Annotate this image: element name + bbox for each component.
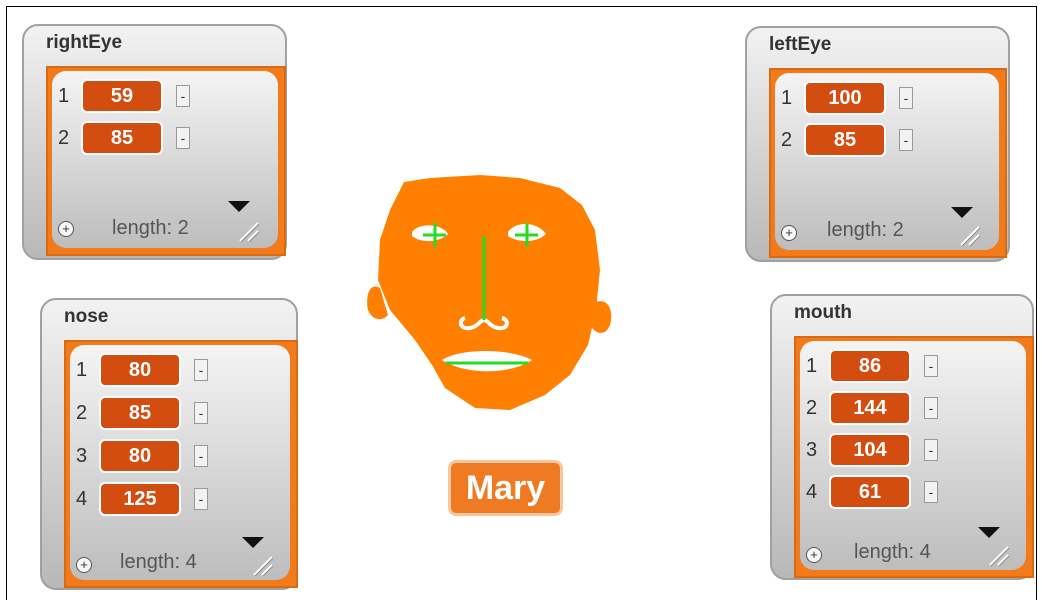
list-body: 1 80 - 2 85 - 3 80 - 4 125 - + length: 4 xyxy=(70,345,290,580)
watcher-nose[interactable]: nose 1 80 - 2 85 - 3 80 - 4 125 - + leng… xyxy=(40,298,298,590)
watcher-title: nose xyxy=(64,306,109,327)
item-index: 3 xyxy=(76,445,88,467)
item-index: 2 xyxy=(76,402,88,424)
item-value[interactable]: 85 xyxy=(81,121,163,155)
delete-item-button[interactable]: - xyxy=(176,127,190,149)
delete-item-button[interactable]: - xyxy=(924,397,938,419)
watcher-leftEye[interactable]: leftEye 1 100 - 2 85 - + length: 2 xyxy=(745,26,1010,262)
watcher-mouth[interactable]: mouth 1 86 - 2 144 - 3 104 - 4 61 - + le… xyxy=(770,294,1034,580)
resize-handle-icon[interactable] xyxy=(238,221,260,243)
add-item-icon[interactable]: + xyxy=(806,547,822,563)
face-sprite[interactable] xyxy=(360,170,622,420)
resize-handle-icon[interactable] xyxy=(959,225,981,247)
item-index: 2 xyxy=(781,129,793,151)
face-shape xyxy=(378,175,600,410)
length-label: length: 2 xyxy=(827,219,904,241)
length-label: length: 4 xyxy=(120,551,197,573)
delete-item-button[interactable]: - xyxy=(194,445,208,467)
item-value[interactable]: 144 xyxy=(829,391,911,425)
dropdown-arrow-icon[interactable] xyxy=(228,201,250,212)
item-index: 4 xyxy=(806,481,818,503)
delete-item-button[interactable]: - xyxy=(194,359,208,381)
item-value[interactable]: 61 xyxy=(829,475,911,509)
list-rightEye: 1 59 - 2 85 - + length: 2 xyxy=(46,66,286,256)
dropdown-arrow-icon[interactable] xyxy=(242,537,264,548)
item-index: 1 xyxy=(58,85,70,107)
length-label: length: 2 xyxy=(112,217,189,239)
item-value[interactable]: 104 xyxy=(829,433,911,467)
add-item-icon[interactable]: + xyxy=(76,557,92,573)
item-index: 3 xyxy=(806,439,818,461)
list-leftEye: 1 100 - 2 85 - + length: 2 xyxy=(769,68,1007,258)
item-value[interactable]: 125 xyxy=(99,482,181,516)
item-index: 1 xyxy=(806,355,818,377)
length-label: length: 4 xyxy=(854,541,931,563)
item-index: 4 xyxy=(76,488,88,510)
item-value[interactable]: 59 xyxy=(81,79,163,113)
add-item-icon[interactable]: + xyxy=(781,225,797,241)
watcher-title: leftEye xyxy=(769,34,832,55)
delete-item-button[interactable]: - xyxy=(194,402,208,424)
item-value[interactable]: 86 xyxy=(829,349,911,383)
list-body: 1 86 - 2 144 - 3 104 - 4 61 - + length: … xyxy=(800,341,1026,570)
dropdown-arrow-icon[interactable] xyxy=(978,527,1000,538)
item-index: 2 xyxy=(58,127,70,149)
delete-item-button[interactable]: - xyxy=(924,355,938,377)
dropdown-arrow-icon[interactable] xyxy=(951,207,973,218)
sprite-name-label[interactable]: Mary xyxy=(448,460,563,516)
list-mouth: 1 86 - 2 144 - 3 104 - 4 61 - + length: … xyxy=(794,336,1034,578)
item-value[interactable]: 100 xyxy=(804,81,886,115)
watcher-title: mouth xyxy=(794,302,853,323)
item-index: 2 xyxy=(806,397,818,419)
item-value[interactable]: 85 xyxy=(99,396,181,430)
delete-item-button[interactable]: - xyxy=(899,87,913,109)
list-body: 1 100 - 2 85 - + length: 2 xyxy=(775,73,999,250)
delete-item-button[interactable]: - xyxy=(176,85,190,107)
delete-item-button[interactable]: - xyxy=(899,129,913,151)
list-body: 1 59 - 2 85 - + length: 2 xyxy=(52,71,278,248)
delete-item-button[interactable]: - xyxy=(924,481,938,503)
item-value[interactable]: 80 xyxy=(99,439,181,473)
watcher-rightEye[interactable]: rightEye 1 59 - 2 85 - + length: 2 xyxy=(22,24,287,260)
list-nose: 1 80 - 2 85 - 3 80 - 4 125 - + length: 4 xyxy=(64,340,298,588)
item-index: 1 xyxy=(76,359,88,381)
item-index: 1 xyxy=(781,87,793,109)
resize-handle-icon[interactable] xyxy=(252,555,274,577)
resize-handle-icon[interactable] xyxy=(988,545,1010,567)
item-value[interactable]: 80 xyxy=(99,353,181,387)
delete-item-button[interactable]: - xyxy=(194,488,208,510)
add-item-icon[interactable]: + xyxy=(58,221,74,237)
item-value[interactable]: 85 xyxy=(804,123,886,157)
delete-item-button[interactable]: - xyxy=(924,439,938,461)
watcher-title: rightEye xyxy=(46,32,123,53)
